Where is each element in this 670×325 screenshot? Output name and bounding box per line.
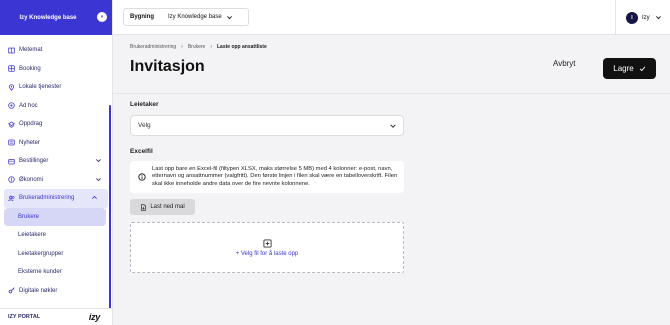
- download-template-button[interactable]: Last ned mal: [130, 199, 195, 215]
- save-button[interactable]: Lagre: [603, 58, 656, 79]
- sidebar-item-bestillinger[interactable]: Bestillinger: [0, 152, 112, 171]
- sidebar-item-label: Bestillinger: [19, 158, 49, 165]
- download-template-label: Last ned mal: [150, 204, 185, 210]
- key-icon: [8, 287, 15, 294]
- sidebar-item-label: Booking: [19, 65, 41, 72]
- select-file-link[interactable]: + Velg fil for å laste opp: [236, 251, 299, 257]
- check-icon: [639, 66, 646, 72]
- sidebar-item-oppdrag[interactable]: Oppdrag: [0, 115, 112, 134]
- topbar: Bygning Izy Knowledge base I Izy: [113, 0, 670, 35]
- orders-icon: [8, 158, 15, 165]
- tenant-label: Leietaker: [130, 101, 159, 108]
- sidebar-item-label: Nyheter: [19, 139, 41, 146]
- izy-logo: izy: [88, 312, 100, 322]
- chevron-right-icon: ›: [210, 44, 212, 50]
- sidebar-item-label: Økonomi: [19, 176, 44, 183]
- sidebar-footer: IZY PORTAL izy: [0, 308, 112, 325]
- sidebar-item-label: Lokale tjenester: [19, 84, 62, 91]
- sidebar: Izy Knowledge base « Metemat Booking Lok…: [0, 0, 113, 325]
- info-icon: [138, 173, 146, 181]
- building-selector-value: Izy Knowledge base: [168, 14, 222, 20]
- sidebar-item-label: Ad hoc: [19, 102, 38, 109]
- sidebar-item-label: Digitale nøkler: [19, 287, 58, 294]
- sidebar-item-lokale-tjenester[interactable]: Lokale tjenester: [0, 78, 112, 97]
- sidebar-title: Izy Knowledge base: [19, 14, 77, 21]
- info-message: Last opp bare en Excel-fil (filtypen XLS…: [130, 161, 404, 193]
- sidebar-item-label: Oppdrag: [19, 121, 43, 128]
- chevron-down-icon: [655, 16, 661, 20]
- users-icon: [8, 195, 15, 202]
- chevron-down-icon[interactable]: [95, 176, 102, 183]
- portal-label: IZY PORTAL: [8, 314, 41, 320]
- sidebar-subitem-leietakere[interactable]: Leietakere: [0, 226, 112, 245]
- file-dropzone[interactable]: + Velg fil for å laste opp: [130, 222, 404, 273]
- page-header: Brukeradministrering › Brukere › Laste o…: [113, 35, 670, 94]
- sidebar-item-ad-hoc[interactable]: Ad hoc: [0, 97, 112, 116]
- avatar: I: [626, 11, 638, 24]
- sidebar-scrollbar[interactable]: [109, 105, 111, 310]
- sidebar-subitem-brukere[interactable]: Brukere: [4, 207, 106, 226]
- add-file-icon: [262, 238, 272, 248]
- money-icon: [8, 176, 15, 183]
- sidebar-item-label: Metemat: [19, 47, 43, 54]
- sidebar-item-nyheter[interactable]: Nyheter: [0, 134, 112, 153]
- tenant-select-value: Velg: [138, 122, 151, 129]
- menu-book-icon: [8, 47, 15, 54]
- task-icon: [8, 121, 15, 128]
- sidebar-nav: Metemat Booking Lokale tjenester Ad hoc …: [0, 35, 112, 300]
- sidebar-item-brukeradministrering[interactable]: Brukeradministrering: [4, 189, 108, 208]
- chevron-down-icon[interactable]: [95, 157, 102, 164]
- cancel-button[interactable]: Avbryt: [553, 59, 576, 68]
- chevron-up-icon[interactable]: [91, 194, 98, 201]
- chevron-down-icon: [226, 15, 232, 19]
- sidebar-subitem-eksterne-kunder[interactable]: Eksterne kunder: [0, 263, 112, 282]
- building-selector[interactable]: Bygning Izy Knowledge base: [123, 8, 249, 26]
- building-selector-label: Bygning: [130, 14, 154, 20]
- main-content: Brukeradministrering › Brukere › Laste o…: [113, 35, 670, 325]
- user-menu[interactable]: I Izy: [615, 0, 670, 35]
- target-icon: [8, 102, 15, 109]
- document-download-icon: [141, 203, 147, 211]
- breadcrumb: Brukeradministrering › Brukere › Laste o…: [130, 44, 267, 50]
- breadcrumb-item[interactable]: Brukere: [188, 44, 206, 50]
- sidebar-item-metemat[interactable]: Metemat: [0, 41, 112, 60]
- collapse-left-icon[interactable]: «: [97, 12, 107, 22]
- chevron-down-icon: [390, 124, 396, 128]
- booking-icon: [8, 65, 15, 72]
- sidebar-item-okonomi[interactable]: Økonomi: [0, 171, 112, 190]
- sidebar-item-booking[interactable]: Booking: [0, 60, 112, 79]
- sidebar-header: Izy Knowledge base «: [0, 0, 112, 35]
- page-title: Invitasjon: [130, 58, 205, 75]
- location-pin-icon: [8, 84, 15, 91]
- chevron-right-icon: ›: [181, 44, 183, 50]
- breadcrumb-current: Laste opp ansattliste: [217, 44, 267, 50]
- excel-file-label: Excelfil: [130, 148, 153, 155]
- user-name: Izy: [642, 14, 650, 21]
- info-text: Last opp bare en Excel-fil (filtypen XLS…: [152, 166, 398, 187]
- save-button-label: Lagre: [613, 64, 634, 73]
- tenant-select[interactable]: Velg: [130, 115, 404, 136]
- breadcrumb-item[interactable]: Brukeradministrering: [130, 44, 176, 50]
- sidebar-subitem-leietakergrupper[interactable]: Leietakergrupper: [0, 245, 112, 264]
- news-icon: [8, 139, 15, 146]
- sidebar-item-digitale-nokler[interactable]: Digitale nøkler: [0, 282, 112, 301]
- sidebar-item-label: Brukeradministrering: [19, 195, 75, 202]
